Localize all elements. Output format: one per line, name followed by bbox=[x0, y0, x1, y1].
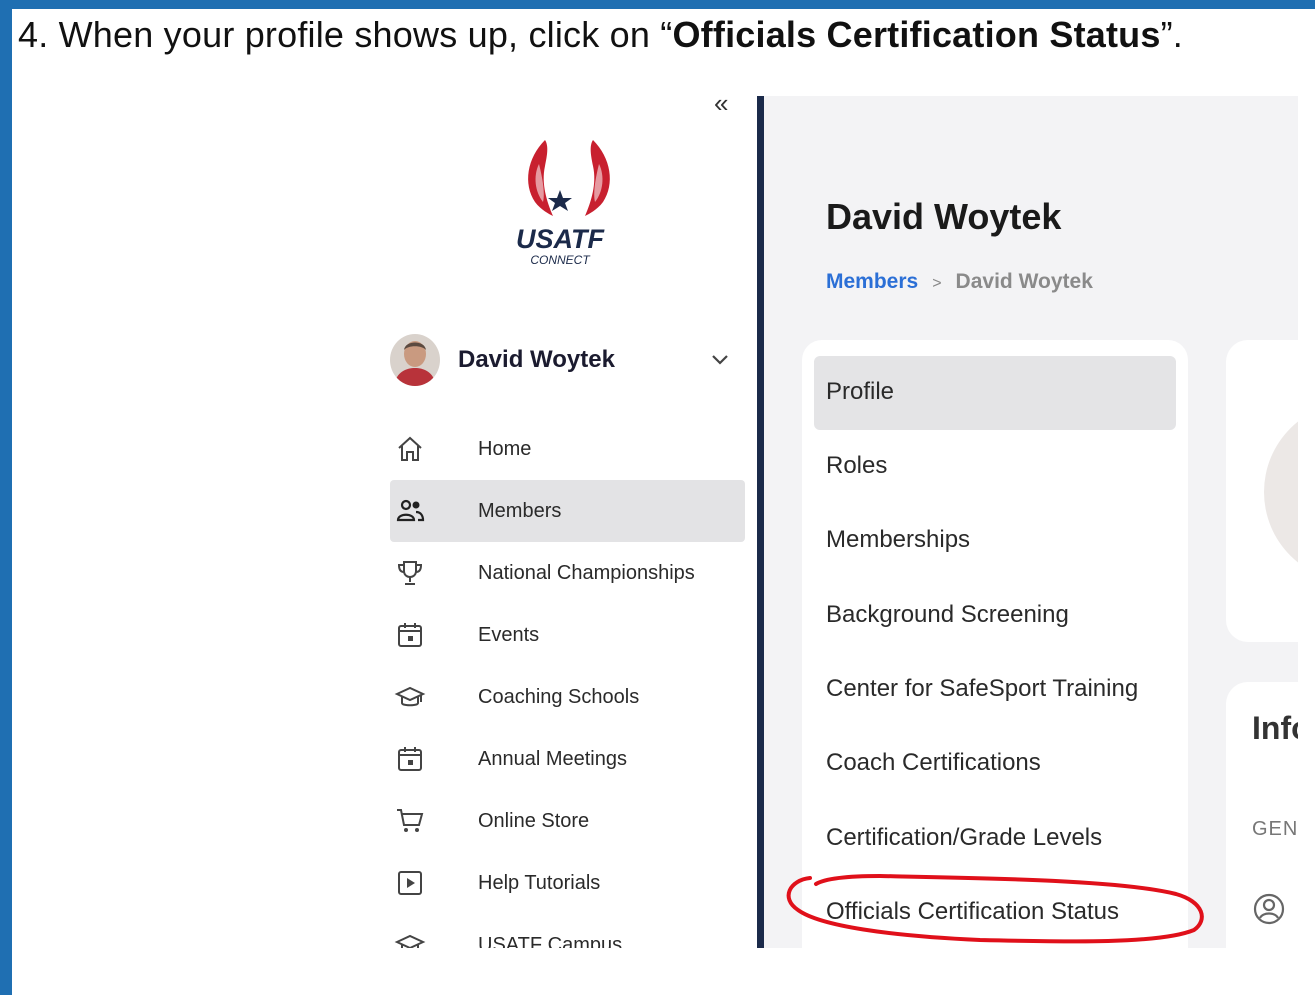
menu-item-label: Profile bbox=[826, 378, 895, 405]
avatar bbox=[390, 334, 440, 386]
sidebar-item-annual-meetings[interactable]: Annual Meetings bbox=[390, 728, 745, 790]
menu-item-label: Center for SafeSport Training bbox=[826, 675, 1139, 702]
sidebar-nav: Home Members National Championships Even… bbox=[390, 418, 750, 948]
sidebar-item-label: Members bbox=[478, 500, 562, 522]
trophy-icon bbox=[397, 561, 423, 585]
menu-item-officials-certification-status[interactable]: Officials Certification Status bbox=[814, 876, 1176, 950]
logo-wordmark: USATF bbox=[516, 224, 605, 254]
home-icon bbox=[398, 436, 422, 461]
breadcrumb-separator: > bbox=[932, 275, 942, 292]
usatf-wings-icon: USATF CONNECT bbox=[516, 140, 610, 267]
breadcrumb: Members > David Woytek bbox=[826, 270, 1093, 294]
sidebar-item-online-store[interactable]: Online Store bbox=[390, 790, 745, 852]
sidebar-item-members[interactable]: Members bbox=[390, 480, 745, 542]
sidebar-item-events[interactable]: Events bbox=[390, 604, 745, 666]
menu-item-certification-grade-levels[interactable]: Certification/Grade Levels bbox=[814, 802, 1176, 876]
menu-item-label: Roles bbox=[826, 452, 888, 479]
frame-border-left bbox=[0, 0, 12, 995]
menu-item-label: Certification/Grade Levels bbox=[826, 824, 1103, 851]
sidebar-item-help-tutorials[interactable]: Help Tutorials bbox=[390, 852, 745, 914]
sidebar-item-coaching-schools[interactable]: Coaching Schools bbox=[390, 666, 745, 728]
info-heading: Info bbox=[1252, 710, 1298, 746]
instruction-prefix: 4. When your profile shows up, click on … bbox=[18, 14, 673, 55]
sidebar-item-home[interactable]: Home bbox=[390, 418, 745, 480]
menu-item-safesport-training[interactable]: Center for SafeSport Training bbox=[814, 653, 1176, 727]
menu-item-label: Background Screening bbox=[826, 601, 1069, 628]
play-icon bbox=[398, 871, 422, 895]
calendar-icon bbox=[398, 747, 422, 771]
user-menu[interactable]: David Woytek bbox=[390, 334, 740, 390]
user-name: David Woytek bbox=[458, 346, 615, 373]
instruction-text: 4. When your profile shows up, click on … bbox=[18, 14, 1183, 56]
instruction-highlight: Officials Certification Status bbox=[672, 14, 1161, 55]
user-circle-icon bbox=[1253, 893, 1285, 925]
frame-border-top bbox=[0, 0, 1315, 9]
breadcrumb-members-link[interactable]: Members bbox=[826, 270, 918, 293]
menu-item-roles[interactable]: Roles bbox=[814, 430, 1176, 504]
breadcrumb-current: David Woytek bbox=[955, 270, 1093, 293]
sidebar-item-label: Annual Meetings bbox=[478, 748, 627, 770]
page-title: David Woytek bbox=[826, 196, 1062, 237]
collapse-sidebar-button[interactable]: « bbox=[714, 88, 728, 119]
instruction-suffix: ”. bbox=[1160, 14, 1183, 55]
profile-photo-card bbox=[1226, 340, 1298, 642]
menu-item-profile[interactable]: Profile bbox=[814, 356, 1176, 430]
sidebar-item-label: Events bbox=[478, 624, 540, 646]
profile-photo-placeholder bbox=[1264, 402, 1298, 582]
sidebar-item-label: Home bbox=[478, 438, 532, 460]
profile-menu: Profile Roles Memberships Background Scr… bbox=[802, 340, 1188, 948]
cart-icon bbox=[397, 809, 424, 832]
info-section-label: GEN bbox=[1252, 818, 1298, 840]
usatf-connect-logo[interactable]: USATF CONNECT bbox=[505, 136, 615, 271]
menu-item-label: Officials Certification Status bbox=[826, 898, 1120, 925]
sidebar-item-national-championships[interactable]: National Championships bbox=[390, 542, 745, 604]
sidebar-item-usatf-campus[interactable]: USATF Campus bbox=[390, 914, 745, 948]
chevron-down-icon[interactable] bbox=[708, 348, 732, 372]
members-icon bbox=[396, 499, 425, 522]
menu-item-coach-certifications[interactable]: Coach Certifications bbox=[814, 727, 1176, 801]
sidebar-item-label: Coaching Schools bbox=[478, 686, 640, 708]
sidebar-item-label: National Championships bbox=[478, 562, 695, 584]
menu-item-memberships[interactable]: Memberships bbox=[814, 504, 1176, 578]
calendar-icon bbox=[398, 623, 422, 647]
info-card: Info GEN bbox=[1226, 682, 1298, 948]
sidebar-item-label: Online Store bbox=[478, 810, 590, 832]
menu-item-label: Memberships bbox=[826, 526, 971, 553]
sidebar-item-label: USATF Campus bbox=[478, 934, 623, 948]
graduation-cap-icon bbox=[394, 934, 426, 948]
graduation-cap-icon bbox=[394, 686, 426, 707]
menu-item-background-screening[interactable]: Background Screening bbox=[814, 579, 1176, 653]
sidebar-divider bbox=[757, 96, 764, 948]
sidebar-item-label: Help Tutorials bbox=[478, 872, 601, 894]
logo-subtitle: CONNECT bbox=[530, 253, 591, 267]
menu-item-label: Coach Certifications bbox=[826, 749, 1041, 776]
user-photo-icon bbox=[390, 334, 440, 386]
